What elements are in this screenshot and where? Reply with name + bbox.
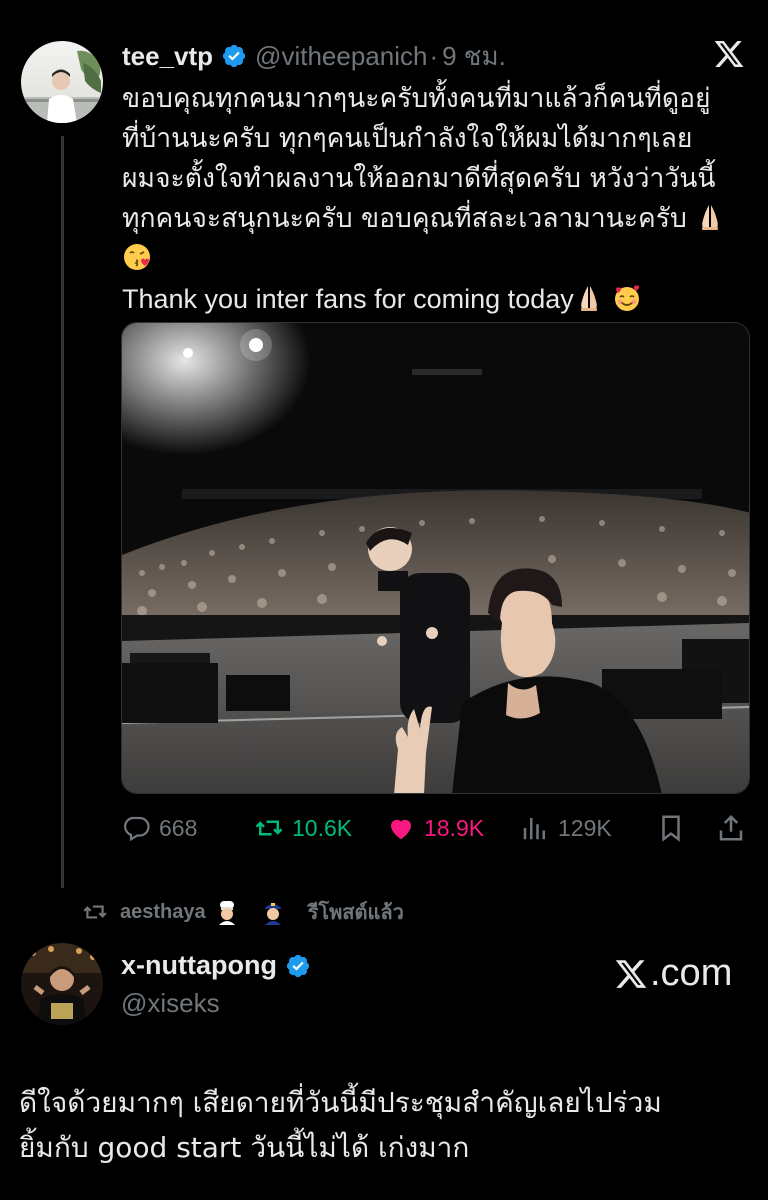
reposted-by-row[interactable]: aesthaya รีโพสต์แล้ว (82, 897, 404, 927)
author-avatar[interactable] (21, 41, 103, 123)
thread-connector-line (61, 136, 64, 888)
reposted-by-user[interactable]: aesthaya (120, 901, 206, 924)
author-handle[interactable]: @vitheepanich (255, 41, 427, 72)
x-logo-icon (714, 41, 744, 67)
views-count: 129K (558, 814, 612, 841)
tweet-photo[interactable] (121, 322, 750, 794)
reply-button[interactable]: 668 (121, 806, 197, 850)
bookmark-icon (662, 815, 680, 842)
tweet-text: ขอบคุณทุกคนมากๆนะครับทั้งคนที่มาแล้วก็คน… (122, 79, 758, 320)
repost-icon (255, 820, 283, 836)
tweet-text-thai: ขอบคุณทุกคนมากๆนะครับทั้งคนที่มาแล้วก็คน… (122, 83, 716, 234)
tweet-action-bar: 668 10.6K 18.9K 129K (0, 806, 768, 850)
tweet-time[interactable]: 9 ชม. (442, 36, 506, 77)
smiling-face-with-hearts-emoji (615, 285, 640, 311)
heart-icon (391, 819, 411, 840)
bookmark-button[interactable] (656, 806, 694, 850)
like-button[interactable]: 18.9K (386, 806, 484, 850)
repost-button[interactable]: 10.6K (254, 806, 352, 850)
reply-icon (124, 816, 150, 842)
verified-badge-icon-2 (286, 954, 310, 977)
quote-text: ดีใจด้วยมากๆ เสียดายที่วันนี้มีประชุมสำค… (19, 1086, 662, 1164)
author-name[interactable]: tee_vtp (122, 41, 213, 72)
reposted-label: รีโพสต์แล้ว (307, 902, 404, 924)
separator-dot: · (429, 40, 439, 71)
x-com-brand: .com (614, 952, 732, 995)
share-button[interactable] (716, 806, 754, 850)
quote-author-avatar[interactable] (21, 943, 103, 1025)
kissing-face-emoji (124, 244, 150, 270)
verified-badge-icon (222, 44, 246, 68)
tweet-text-english: Thank you inter fans for coming today (122, 284, 574, 314)
x-com-text: .com (650, 952, 733, 994)
like-count: 18.9K (424, 814, 485, 841)
views-chart-icon (523, 818, 545, 840)
quote-author-name[interactable]: x-nuttapong (121, 950, 277, 981)
folded-hands-emoji (702, 205, 719, 230)
folded-hands-emoji-2 (580, 286, 597, 311)
tweet-header: tee_vtp @vitheepanich · 9 ชม. (122, 38, 506, 74)
man-cook-emoji (218, 901, 235, 925)
police-officer-emoji (264, 903, 281, 925)
repost-count: 10.6K (292, 814, 353, 841)
views-button[interactable]: 129K (520, 806, 612, 850)
reply-count: 668 (159, 814, 198, 841)
quote-author-row: x-nuttapong (121, 950, 311, 981)
quote-author-handle[interactable]: @xiseks (121, 988, 220, 1019)
share-icon (719, 814, 743, 841)
repost-small-icon (83, 905, 107, 919)
x-brand-icon (615, 959, 647, 988)
